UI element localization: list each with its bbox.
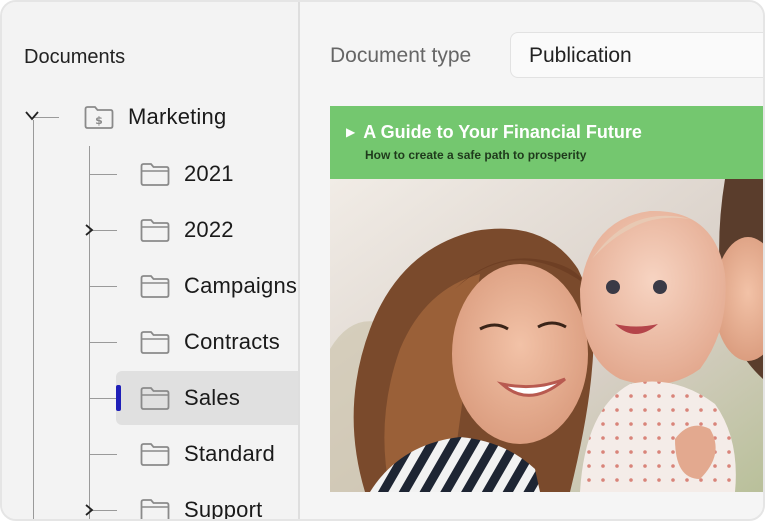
publication-subtitle: How to create a safe path to prosperity: [365, 148, 587, 162]
tree-line: [89, 174, 117, 175]
tree-item-label: Support: [184, 497, 263, 519]
tree-line: [89, 146, 90, 519]
chevron-right-icon[interactable]: [84, 223, 94, 237]
tree-item-label: Sales: [184, 385, 241, 410]
tree-item-support[interactable]: Support: [140, 484, 262, 519]
tree-item-sales[interactable]: Sales: [140, 372, 240, 424]
publication-title-text: A Guide to Your Financial Future: [363, 122, 642, 142]
selection-indicator: [116, 385, 121, 411]
tree-item-label: Campaigns: [184, 273, 298, 298]
publication-title: ▶ A Guide to Your Financial Future: [346, 122, 642, 143]
folder-icon: [140, 219, 170, 242]
document-type-value: Publication: [529, 44, 632, 67]
family-photo: [330, 179, 763, 492]
tree-item-label: Marketing: [128, 104, 227, 129]
play-triangle-icon: ▶: [346, 125, 356, 139]
tree-item-2022[interactable]: 2022: [140, 204, 234, 256]
chevron-right-icon[interactable]: [84, 503, 94, 517]
finance-folder-icon: $: [84, 106, 114, 129]
folder-icon: [140, 443, 170, 466]
tree-line: [89, 454, 117, 455]
tree-item-campaigns[interactable]: Campaigns: [140, 260, 297, 312]
tree-item-contracts[interactable]: Contracts: [140, 316, 280, 368]
app-window: Documents $ Marketing 2021 2022 Campaign…: [0, 0, 765, 521]
document-type-label: Document type: [330, 44, 472, 67]
document-detail-panel: Document type Publication ▶ A Guide to Yo…: [300, 2, 763, 519]
publication-preview: ▶ A Guide to Your Financial Future How to…: [330, 106, 763, 492]
tree-line: [89, 398, 117, 399]
folder-icon: [140, 275, 170, 298]
tree-item-label: Standard: [184, 441, 275, 466]
folder-icon: [140, 163, 170, 186]
sidebar-title: Documents: [24, 46, 126, 68]
tree-line: [33, 120, 34, 519]
tree-item-marketing[interactable]: $ Marketing: [84, 91, 226, 143]
folder-icon: [140, 387, 170, 410]
publication-banner: ▶ A Guide to Your Financial Future How to…: [330, 106, 763, 179]
tree-item-label: 2021: [184, 161, 234, 186]
tree-item-label: Contracts: [184, 329, 280, 354]
folder-icon: [140, 331, 170, 354]
document-tree-sidebar: Documents $ Marketing 2021 2022 Campaign…: [2, 2, 300, 519]
tree-item-label: 2022: [184, 217, 234, 242]
document-type-select[interactable]: Publication: [510, 32, 763, 78]
tree-item-standard[interactable]: Standard: [140, 428, 275, 480]
tree-line: [89, 286, 117, 287]
folder-icon: [140, 499, 170, 519]
svg-text:$: $: [95, 114, 103, 127]
chevron-down-icon[interactable]: [24, 110, 40, 122]
tree-line: [89, 342, 117, 343]
tree-item-2021[interactable]: 2021: [140, 148, 234, 200]
